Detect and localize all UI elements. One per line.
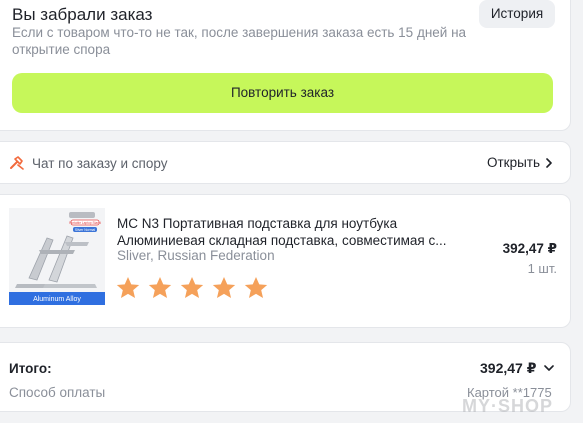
star-icon[interactable] [147,275,173,301]
star-icon[interactable] [179,275,205,301]
history-button[interactable]: История [479,0,555,28]
chevron-right-icon [546,158,552,168]
product-image[interactable]: Portable Laptop Stand Sliver Normal Alum… [9,208,105,305]
star-icon[interactable] [211,275,237,301]
star-icon[interactable] [115,275,141,301]
rating-stars[interactable] [115,275,269,301]
hammer-chat-icon [10,156,24,170]
chevron-down-icon[interactable] [544,365,554,372]
product-variant: Sliver, Russian Federation [117,248,275,263]
product-price: 392,47 ₽ [502,241,557,256]
product-title[interactable]: MC N3 Портативная подставка для ноутбука… [117,215,457,249]
image-tag-variant: Sliver Normal [75,228,96,232]
order-status-title: Вы забрали заказ [12,5,153,24]
laptop-stand-illustration: Portable Laptop Stand Sliver Normal Alum… [9,208,105,305]
product-title-line2: Алюминиевая складная подставка, совмести… [117,233,447,248]
order-chat-row[interactable]: Чат по заказу и спору Открыть [0,141,571,184]
total-value[interactable]: 392,47 ₽ [480,360,536,377]
order-status-description: Если с товаром что-то не так, после заве… [12,25,467,57]
payment-method-label: Способ оплаты [9,385,106,400]
order-status-card: Вы забрали заказ Если с товаром что-то н… [0,0,571,131]
product-card[interactable]: Portable Laptop Stand Sliver Normal Alum… [0,194,571,328]
watermark: MY·SHOP [462,396,554,416]
image-badge: Aluminum Alloy [33,296,81,303]
star-icon[interactable] [243,275,269,301]
chat-label: Чат по заказу и спору [32,156,168,171]
open-chat-link[interactable]: Открыть [487,155,540,170]
product-title-line1: MC N3 Портативная подставка для ноутбука [117,216,398,231]
total-label: Итого: [9,361,52,376]
image-tag-portable: Portable Laptop Stand [69,221,101,225]
repeat-order-button[interactable]: Повторить заказ [12,73,553,113]
product-quantity: 1 шт. [527,261,557,276]
